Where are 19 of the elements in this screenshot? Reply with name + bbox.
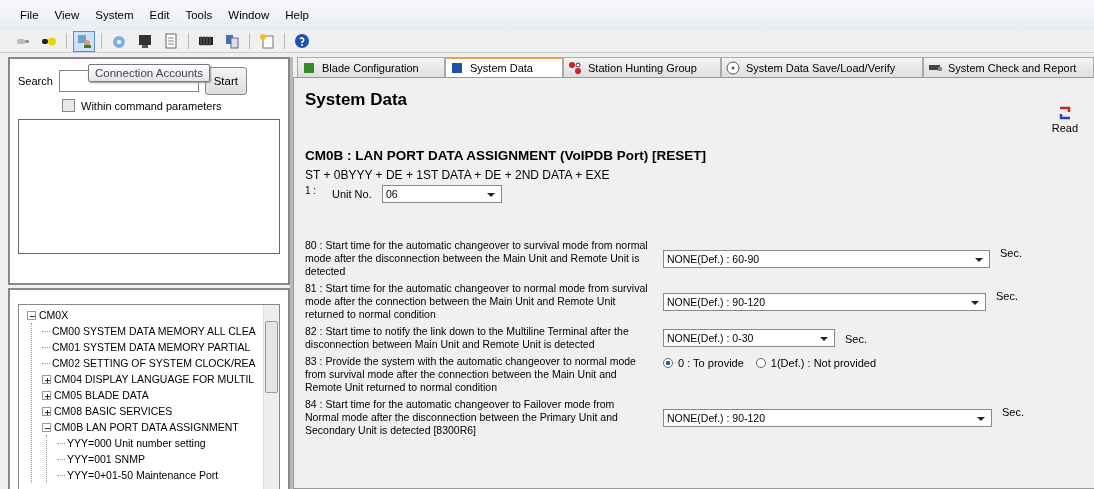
field-label: Unit No.: [332, 188, 373, 200]
setting-description: 84 : Start time for the automatic changeover to Failover mode from Normal mode after the disconnection between the Primary Unit and Secondary Unit is detected [8300R6]: [305, 398, 619, 437]
field-index: 1 :: [305, 185, 318, 196]
radio-label: 1(Def.) : Not provided: [770, 357, 876, 369]
setting-description: 83 : Provide the system with the automatic changeover to normal mode from survival mode after the connection between the Main Unit and Remote Unit returned to normal condition: [305, 355, 637, 394]
checkbox-label: Within command parameters: [81, 99, 222, 112]
radio-label: 0 : To provide: [678, 357, 744, 369]
unit-label: Sec.: [1002, 406, 1024, 418]
unit-label: Sec.: [996, 290, 1018, 302]
setting-description: 82 : Start time to notify the link down to the Multiline Terminal after the disconnection between Main Unit and Remote Unit is detected: [305, 325, 630, 351]
page-title: System Data: [305, 90, 408, 110]
unit-label: Sec.: [845, 333, 867, 345]
setting-description: 81 : Start time for the automatic changeover to normal mode from survival mode after the connection between the Main Unit and Remote Unit returned to normal condition: [305, 282, 649, 321]
setting-description: 80 : Start time for the automatic changeover to survival mode from normal mode after the disconnection between the Main Unit and Remote Unit is detected: [305, 239, 649, 278]
command-syntax: ST + 0BYYY + DE + 1ST DATA + DE + 2ND DATA + EXE: [305, 168, 611, 182]
unit-label: Sec.: [1000, 247, 1022, 259]
search-label: Search: [18, 75, 53, 87]
tooltip: Connection Accounts: [88, 64, 211, 82]
command-title: CM0B : LAN PORT DATA ASSIGNMENT (VoIPDB Port) [RESET]: [305, 148, 707, 163]
